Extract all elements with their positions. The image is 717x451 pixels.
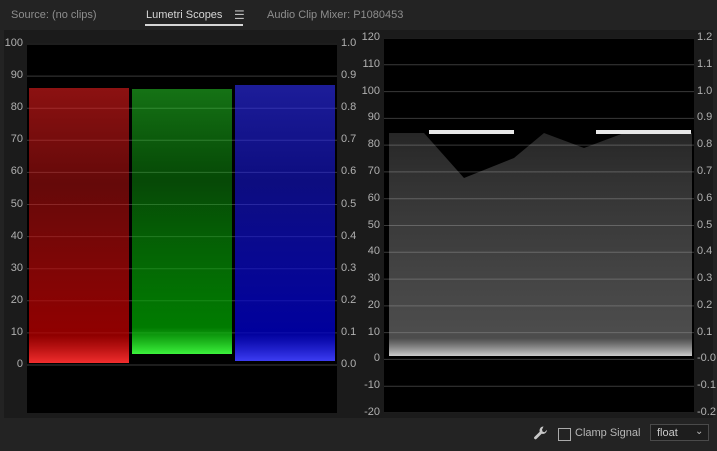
- axis-tick-label: 50: [367, 218, 380, 231]
- axis-tick-label: 0.2: [341, 293, 357, 306]
- axis-tick-label: 120: [361, 31, 380, 43]
- active-tab-indicator: [145, 24, 243, 26]
- luma-trace: [389, 133, 692, 356]
- axis-tick-label: 40: [367, 245, 380, 258]
- axis-tick-label: 0.1: [697, 325, 713, 338]
- highlight-clip-band: [429, 130, 514, 134]
- precision-select-value: float: [657, 427, 678, 439]
- axis-tick-label: 0.8: [697, 138, 713, 151]
- axis-tick-label: 1.1: [697, 57, 713, 70]
- axis-tick-label: 90: [10, 69, 23, 82]
- luma-waveform-scope[interactable]: [384, 38, 694, 413]
- axis-tick-label: 0.0: [341, 358, 357, 370]
- green-channel-trace: [132, 89, 232, 354]
- axis-tick-label: 80: [10, 101, 23, 114]
- axis-tick-label: 0.9: [697, 111, 713, 124]
- axis-tick-label: 0.6: [697, 191, 713, 204]
- tab-audio-clip-mixer[interactable]: Audio Clip Mixer: P1080453: [267, 9, 403, 21]
- rgb-parade-scope[interactable]: [27, 43, 337, 413]
- panel-tab-bar: Source: (no clips) Lumetri Scopes ☰ Audi…: [0, 0, 717, 32]
- red-channel-trace: [29, 88, 129, 363]
- axis-tick-label: 0.9: [341, 69, 357, 82]
- axis-tick-label: 80: [367, 138, 380, 151]
- axis-tick-label: 50: [10, 197, 23, 210]
- axis-tick-label: 0.2: [697, 298, 713, 311]
- hamburger-menu-icon[interactable]: ☰: [234, 8, 245, 22]
- axis-tick-label: 1.0: [341, 37, 357, 49]
- axis-tick-label: 0.5: [341, 197, 357, 210]
- tab-lumetri-scopes[interactable]: Lumetri Scopes: [146, 9, 222, 21]
- axis-tick-label: -0.2: [697, 406, 716, 418]
- blue-channel-trace: [235, 85, 335, 361]
- luma-waveform-svg: [384, 38, 694, 413]
- axis-tick-label: 0.4: [697, 245, 713, 258]
- axis-tick-label: 110: [362, 57, 380, 70]
- axis-tick-label: 100: [361, 84, 380, 97]
- axis-tick-label: 70: [367, 164, 380, 177]
- rgb-parade-svg: [27, 43, 337, 366]
- axis-tick-label: 0.7: [341, 133, 357, 146]
- axis-tick-label: -0.1: [697, 379, 716, 392]
- axis-tick-label: 0.8: [341, 101, 357, 114]
- highlight-clip-band: [596, 130, 691, 134]
- axis-tick-label: 30: [367, 272, 380, 285]
- axis-tick-label: 40: [10, 229, 23, 242]
- axis-tick-label: 0.3: [697, 272, 713, 285]
- axis-tick-label: 0.3: [341, 261, 357, 274]
- axis-tick-label: 0.1: [341, 325, 357, 338]
- axis-tick-label: -20: [364, 406, 380, 418]
- chevron-down-icon: ⌄: [695, 426, 704, 437]
- wrench-icon[interactable]: [533, 425, 549, 441]
- axis-tick-label: 0.7: [697, 164, 713, 177]
- precision-select[interactable]: float ⌄: [650, 424, 709, 441]
- axis-tick-label: -0.0: [697, 352, 716, 365]
- tab-source[interactable]: Source: (no clips): [11, 9, 97, 21]
- clamp-signal-checkbox[interactable]: [558, 428, 571, 441]
- axis-tick-label: 1.0: [697, 84, 713, 97]
- axis-tick-label: 1.2: [697, 31, 713, 43]
- axis-tick-label: 60: [367, 191, 380, 204]
- axis-tick-label: 100: [4, 37, 23, 49]
- axis-tick-label: 30: [10, 261, 23, 274]
- axis-tick-label: 20: [367, 298, 380, 311]
- axis-tick-label: 0: [16, 358, 23, 370]
- axis-tick-label: 10: [10, 325, 23, 338]
- axis-tick-label: 10: [367, 325, 380, 338]
- axis-tick-label: -10: [364, 379, 380, 392]
- axis-tick-label: 0.5: [697, 218, 713, 231]
- axis-tick-label: 0.6: [341, 165, 357, 178]
- clamp-signal-label: Clamp Signal: [575, 427, 641, 439]
- axis-tick-label: 0: [373, 352, 380, 365]
- axis-tick-label: 0.4: [341, 229, 357, 242]
- axis-tick-label: 70: [10, 133, 23, 146]
- axis-tick-label: 90: [367, 111, 380, 124]
- axis-tick-label: 20: [10, 293, 23, 306]
- axis-tick-label: 60: [10, 165, 23, 178]
